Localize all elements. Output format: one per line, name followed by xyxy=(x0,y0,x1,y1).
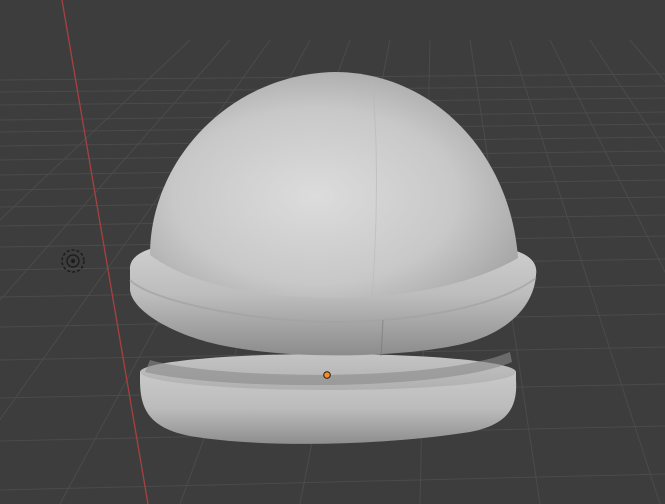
3d-viewport[interactable] xyxy=(0,0,665,504)
object-origin xyxy=(323,371,331,379)
x-axis-line xyxy=(61,0,149,504)
viewport-canvas[interactable] xyxy=(0,0,665,504)
dome-mesh[interactable] xyxy=(129,72,537,444)
